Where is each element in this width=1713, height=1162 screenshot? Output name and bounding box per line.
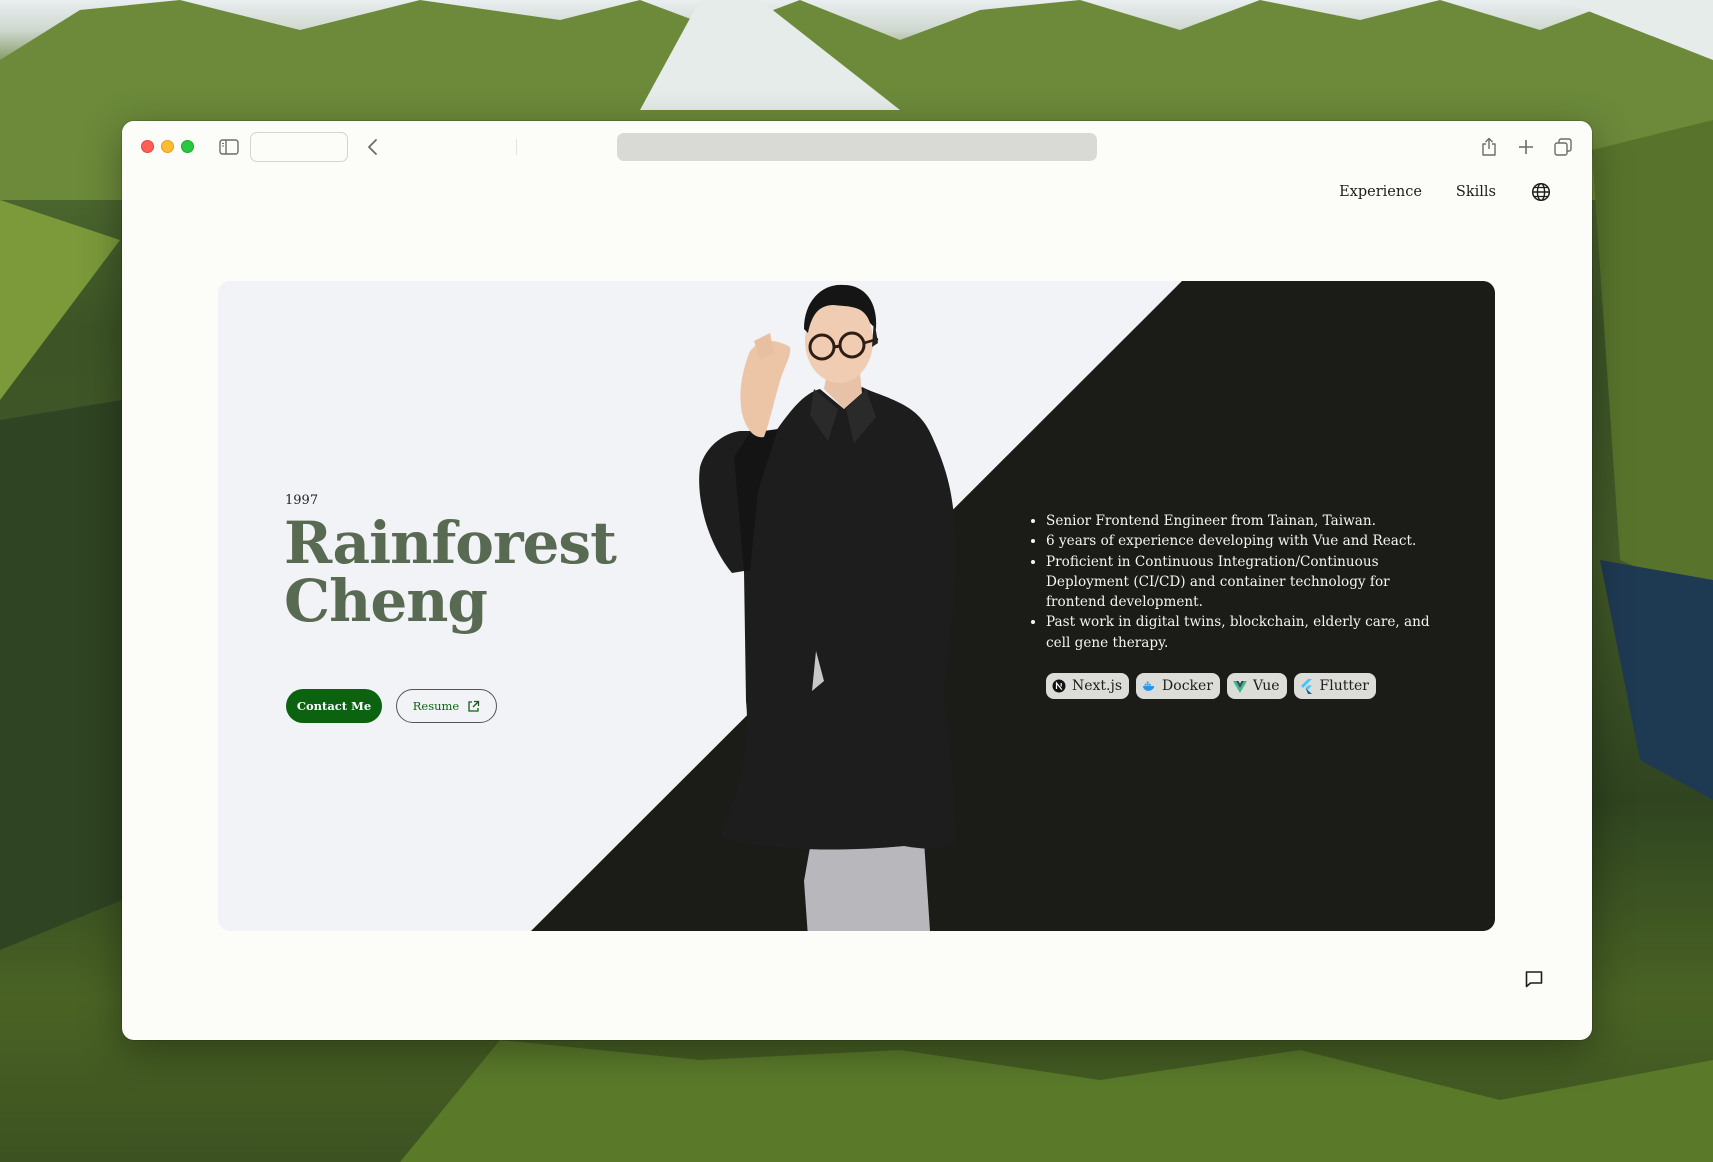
tag-label: Docker (1162, 678, 1214, 694)
page-title: Rainforest Cheng (284, 514, 617, 630)
resume-label: Resume (412, 699, 460, 713)
tag-label: Flutter (1319, 678, 1369, 694)
birth-year: 1997 (285, 493, 319, 508)
last-name: Cheng (284, 567, 488, 635)
nav-link-experience[interactable]: Experience (1339, 184, 1422, 200)
site-nav: Experience Skills (1339, 181, 1552, 203)
summary-item: Proficient in Continuous Integration/Con… (1046, 552, 1433, 613)
back-icon[interactable] (359, 134, 385, 160)
summary-list: Senior Frontend Engineer from Tainan, Ta… (1028, 511, 1433, 653)
tab-overview-icon[interactable] (1550, 134, 1576, 160)
docker-icon (1142, 679, 1156, 693)
browser-toolbar (122, 121, 1592, 173)
tag-nextjs: Next.js (1046, 673, 1130, 699)
browser-window: Experience Skills 1997 Rainforest Cheng … (122, 121, 1592, 1040)
vue-icon (1233, 679, 1248, 693)
address-bar[interactable] (617, 133, 1097, 161)
portrait-photo (699, 284, 956, 931)
tag-vue: Vue (1227, 673, 1287, 699)
skill-tags: Next.js Docker Vue Flutter (1046, 673, 1376, 699)
summary-item: Senior Frontend Engineer from Tainan, Ta… (1046, 511, 1433, 531)
minimize-window-button[interactable] (161, 140, 174, 153)
summary-item: 6 years of experience developing with Vu… (1046, 531, 1433, 551)
toolbar-divider (516, 139, 517, 155)
zoom-window-button[interactable] (181, 140, 194, 153)
tag-label: Vue (1253, 678, 1280, 694)
nav-link-skills[interactable]: Skills (1456, 184, 1496, 200)
flutter-icon (1300, 678, 1314, 694)
tag-docker: Docker (1136, 673, 1221, 699)
new-tab-icon[interactable] (1513, 134, 1539, 160)
contact-me-button[interactable]: Contact Me (286, 689, 382, 723)
hero-section: 1997 Rainforest Cheng Contact Me Resume (218, 281, 1495, 931)
tab-group-button[interactable] (250, 132, 348, 162)
summary-item: Past work in digital twins, blockchain, … (1046, 612, 1433, 653)
share-icon[interactable] (1476, 134, 1502, 160)
tag-label: Next.js (1072, 678, 1123, 694)
chat-icon[interactable] (1524, 969, 1546, 991)
globe-icon[interactable] (1530, 181, 1552, 203)
external-link-icon (468, 700, 480, 712)
close-window-button[interactable] (141, 140, 154, 153)
sidebar-toggle-icon[interactable] (216, 134, 242, 160)
nextjs-icon (1052, 679, 1066, 693)
tag-flutter: Flutter (1293, 673, 1376, 699)
resume-button[interactable]: Resume (396, 689, 497, 723)
